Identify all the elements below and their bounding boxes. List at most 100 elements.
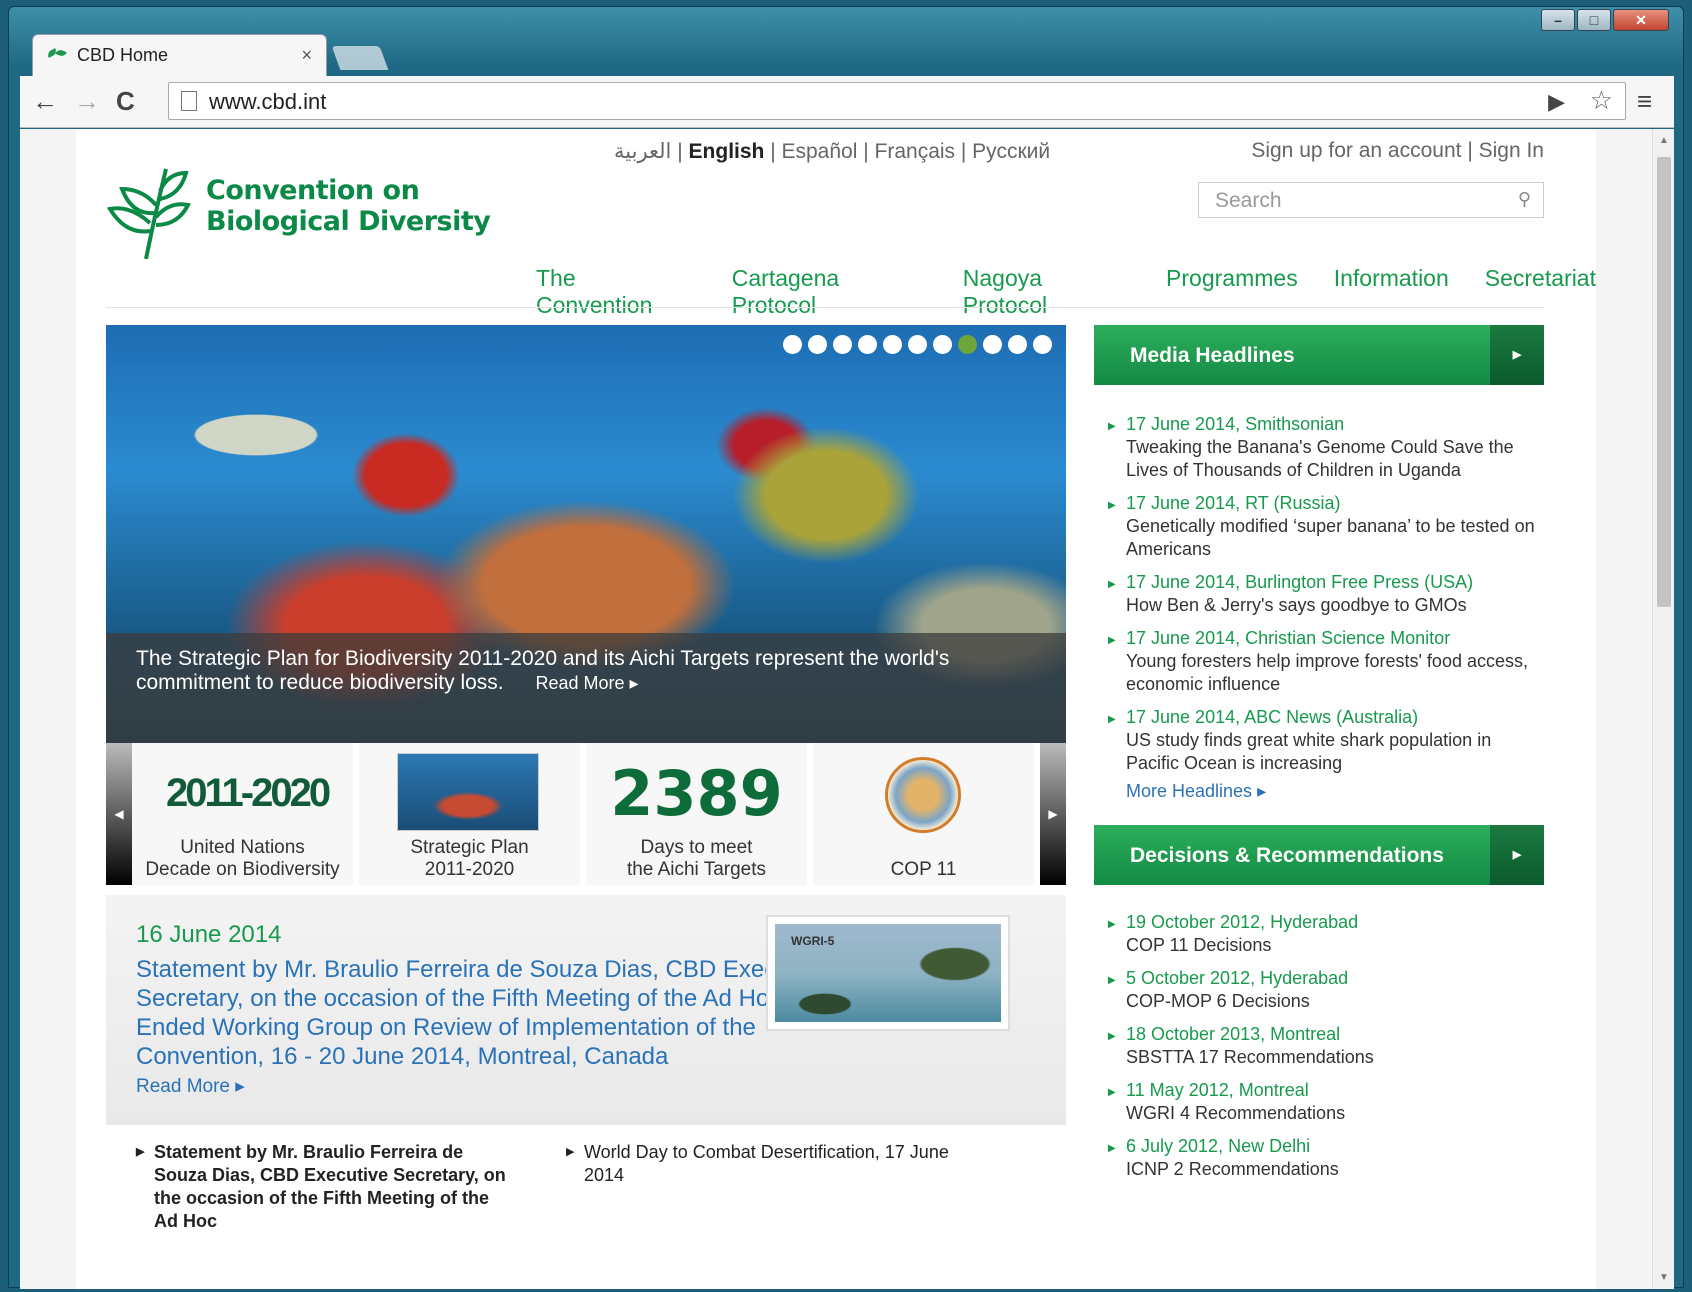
sub-news-text: Statement by Mr. Braulio Ferreira de Sou… [154,1142,506,1231]
media-item[interactable]: ▶ 17 June 2014, Burlington Free Press (U… [1108,571,1538,617]
media-item-date[interactable]: 17 June 2014, Christian Science Monitor [1126,627,1538,650]
hero-read-more-link[interactable]: Read More ▸ [535,673,638,693]
slide-dot[interactable] [808,335,827,354]
back-icon[interactable]: ← [32,86,58,117]
media-item[interactable]: ▶ 17 June 2014, ABC News (Australia) US … [1108,706,1538,775]
cbd-logo-icon[interactable] [106,159,196,259]
extension-flag-icon[interactable]: ▶ [1548,89,1565,115]
nav-convention[interactable]: The Convention [536,265,696,319]
nav-nagoya[interactable]: Nagoya Protocol [963,265,1130,319]
scroll-down-icon[interactable]: ▼ [1659,1272,1669,1283]
lang-russian[interactable]: Русский [972,140,1050,163]
nav-cartagena[interactable]: Cartagena Protocol [732,265,927,319]
language-bar: العربية | English | Español | Français |… [614,140,1051,163]
close-window-button[interactable]: ✕ [1613,9,1669,31]
more-headlines-link[interactable]: More Headlines ▸ [1126,781,1266,802]
slide-dot[interactable] [883,335,902,354]
decision-date[interactable]: 18 October 2013, Montreal [1126,1023,1538,1046]
tab-close-icon[interactable]: × [301,45,312,66]
news-image[interactable]: WGRI-5 [766,915,1010,1031]
carousel-label: United Nations Decade on Biodiversity [132,837,353,881]
media-headlines-arrow-icon[interactable]: ▶ [1490,325,1544,385]
decision-date[interactable]: 11 May 2012, Montreal [1126,1079,1538,1102]
carousel-label-line2: Decade on Biodiversity [145,859,340,880]
media-item-text: How Ben & Jerry's says goodbye to GMOs [1126,595,1467,615]
nav-secretariat[interactable]: Secretariat [1485,265,1596,319]
news-title-link[interactable]: Statement by Mr. Braulio Ferreira de Sou… [136,955,876,1071]
slide-dot[interactable] [983,335,1002,354]
main-nav: The Convention Cartagena Protocol Nagoya… [536,265,1596,319]
slide-dot[interactable] [1033,335,1052,354]
scroll-up-icon[interactable]: ▲ [1659,135,1669,146]
logo-text[interactable]: Convention on Biological Diversity [206,175,491,237]
vertical-scrollbar[interactable]: ▲ ▼ [1652,129,1674,1289]
lang-arabic[interactable]: العربية [614,140,671,163]
decisions-arrow-icon[interactable]: ▶ [1490,825,1544,885]
carousel-item-cop11[interactable]: COP 11 [813,743,1037,885]
lang-english[interactable]: English [689,140,765,163]
media-item[interactable]: ▶ 17 June 2014, RT (Russia) Genetically … [1108,492,1538,561]
carousel-item-strategic-plan[interactable]: Strategic Plan 2011-2020 [359,743,583,885]
nav-divider [106,307,1544,308]
slide-dot[interactable] [858,335,877,354]
slide-dot[interactable] [783,335,802,354]
slide-dot[interactable] [908,335,927,354]
media-item-date[interactable]: 17 June 2014, ABC News (Australia) [1126,706,1538,729]
sub-news-item[interactable]: ▶ Statement by Mr. Braulio Ferreira de S… [136,1141,516,1233]
media-item[interactable]: ▶ 17 June 2014, Smithsonian Tweaking the… [1108,413,1538,482]
carousel-label-line1: Days to meet [640,837,753,858]
maximize-button[interactable]: □ [1577,9,1611,31]
media-headlines-header[interactable]: Media Headlines ▶ [1094,325,1544,385]
signup-link[interactable]: Sign up for an account [1251,139,1461,162]
reload-icon[interactable]: C [116,86,135,117]
cop11-logo-icon [885,757,961,833]
decisions-header[interactable]: Decisions & Recommendations ▶ [1094,825,1544,885]
carousel-next-button[interactable]: ▶ [1040,743,1066,885]
page-content: العربية | English | Español | Français |… [76,129,1596,1289]
decision-item[interactable]: ▶ 19 October 2012, Hyderabad COP 11 Deci… [1108,911,1538,957]
media-item-date[interactable]: 17 June 2014, RT (Russia) [1126,492,1538,515]
decision-item[interactable]: ▶ 5 October 2012, Hyderabad COP-MOP 6 De… [1108,967,1538,1013]
nav-programmes[interactable]: Programmes [1166,265,1298,319]
minimize-button[interactable]: – [1541,9,1575,31]
slide-dot-active[interactable] [958,335,977,354]
carousel-item-countdown[interactable]: 2389 Days to meet the Aichi Targets [586,743,810,885]
media-item-text: US study finds great white shark populat… [1126,730,1492,773]
browser-tab[interactable]: CBD Home × [32,34,327,76]
search-input[interactable]: Search ⚲ [1198,182,1544,218]
media-item-date[interactable]: 17 June 2014, Smithsonian [1126,413,1538,436]
hero-slideshow[interactable]: The Strategic Plan for Biodiversity 2011… [106,325,1066,743]
hero-caption: The Strategic Plan for Biodiversity 2011… [106,633,1066,743]
slide-dot[interactable] [833,335,852,354]
decision-item[interactable]: ▶ 18 October 2013, Montreal SBSTTA 17 Re… [1108,1023,1538,1069]
media-item-date[interactable]: 17 June 2014, Burlington Free Press (USA… [1126,571,1538,594]
sub-news-item[interactable]: ▶ World Day to Combat Desertification, 1… [566,1141,956,1187]
media-item[interactable]: ▶ 17 June 2014, Christian Science Monito… [1108,627,1538,696]
slide-dots [783,335,1052,354]
chrome-menu-icon[interactable]: ≡ [1637,86,1652,117]
new-tab-button[interactable] [331,46,389,70]
decision-date[interactable]: 19 October 2012, Hyderabad [1126,911,1538,934]
search-icon[interactable]: ⚲ [1518,189,1531,210]
news-image-photo: WGRI-5 [775,924,1001,1022]
decision-item[interactable]: ▶ 6 July 2012, New Delhi ICNP 2 Recommen… [1108,1135,1538,1181]
wgri-tag: WGRI-5 [791,934,835,948]
bookmark-star-icon[interactable]: ☆ [1590,85,1613,116]
media-item-text: Tweaking the Banana's Genome Could Save … [1126,437,1514,480]
signin-link[interactable]: Sign In [1479,139,1544,162]
forward-icon[interactable]: → [74,86,100,117]
address-bar[interactable]: www.cbd.int ▶ ☆ [168,82,1626,120]
carousel-item-decade[interactable]: 2011-2020 United Nations Decade on Biodi… [132,743,356,885]
decision-item[interactable]: ▶ 11 May 2012, Montreal WGRI 4 Recommend… [1108,1079,1538,1125]
decision-date[interactable]: 5 October 2012, Hyderabad [1126,967,1538,990]
scroll-thumb[interactable] [1657,157,1671,607]
carousel-prev-button[interactable]: ◀ [106,743,132,885]
slide-dot[interactable] [933,335,952,354]
slide-dot[interactable] [1008,335,1027,354]
nav-information[interactable]: Information [1334,265,1449,319]
lang-spanish[interactable]: Español [782,140,858,163]
decision-date[interactable]: 6 July 2012, New Delhi [1126,1135,1538,1158]
lang-french[interactable]: Français [875,140,956,163]
url-text[interactable]: www.cbd.int [209,89,326,115]
news-read-more-link[interactable]: Read More ▸ [136,1075,245,1098]
